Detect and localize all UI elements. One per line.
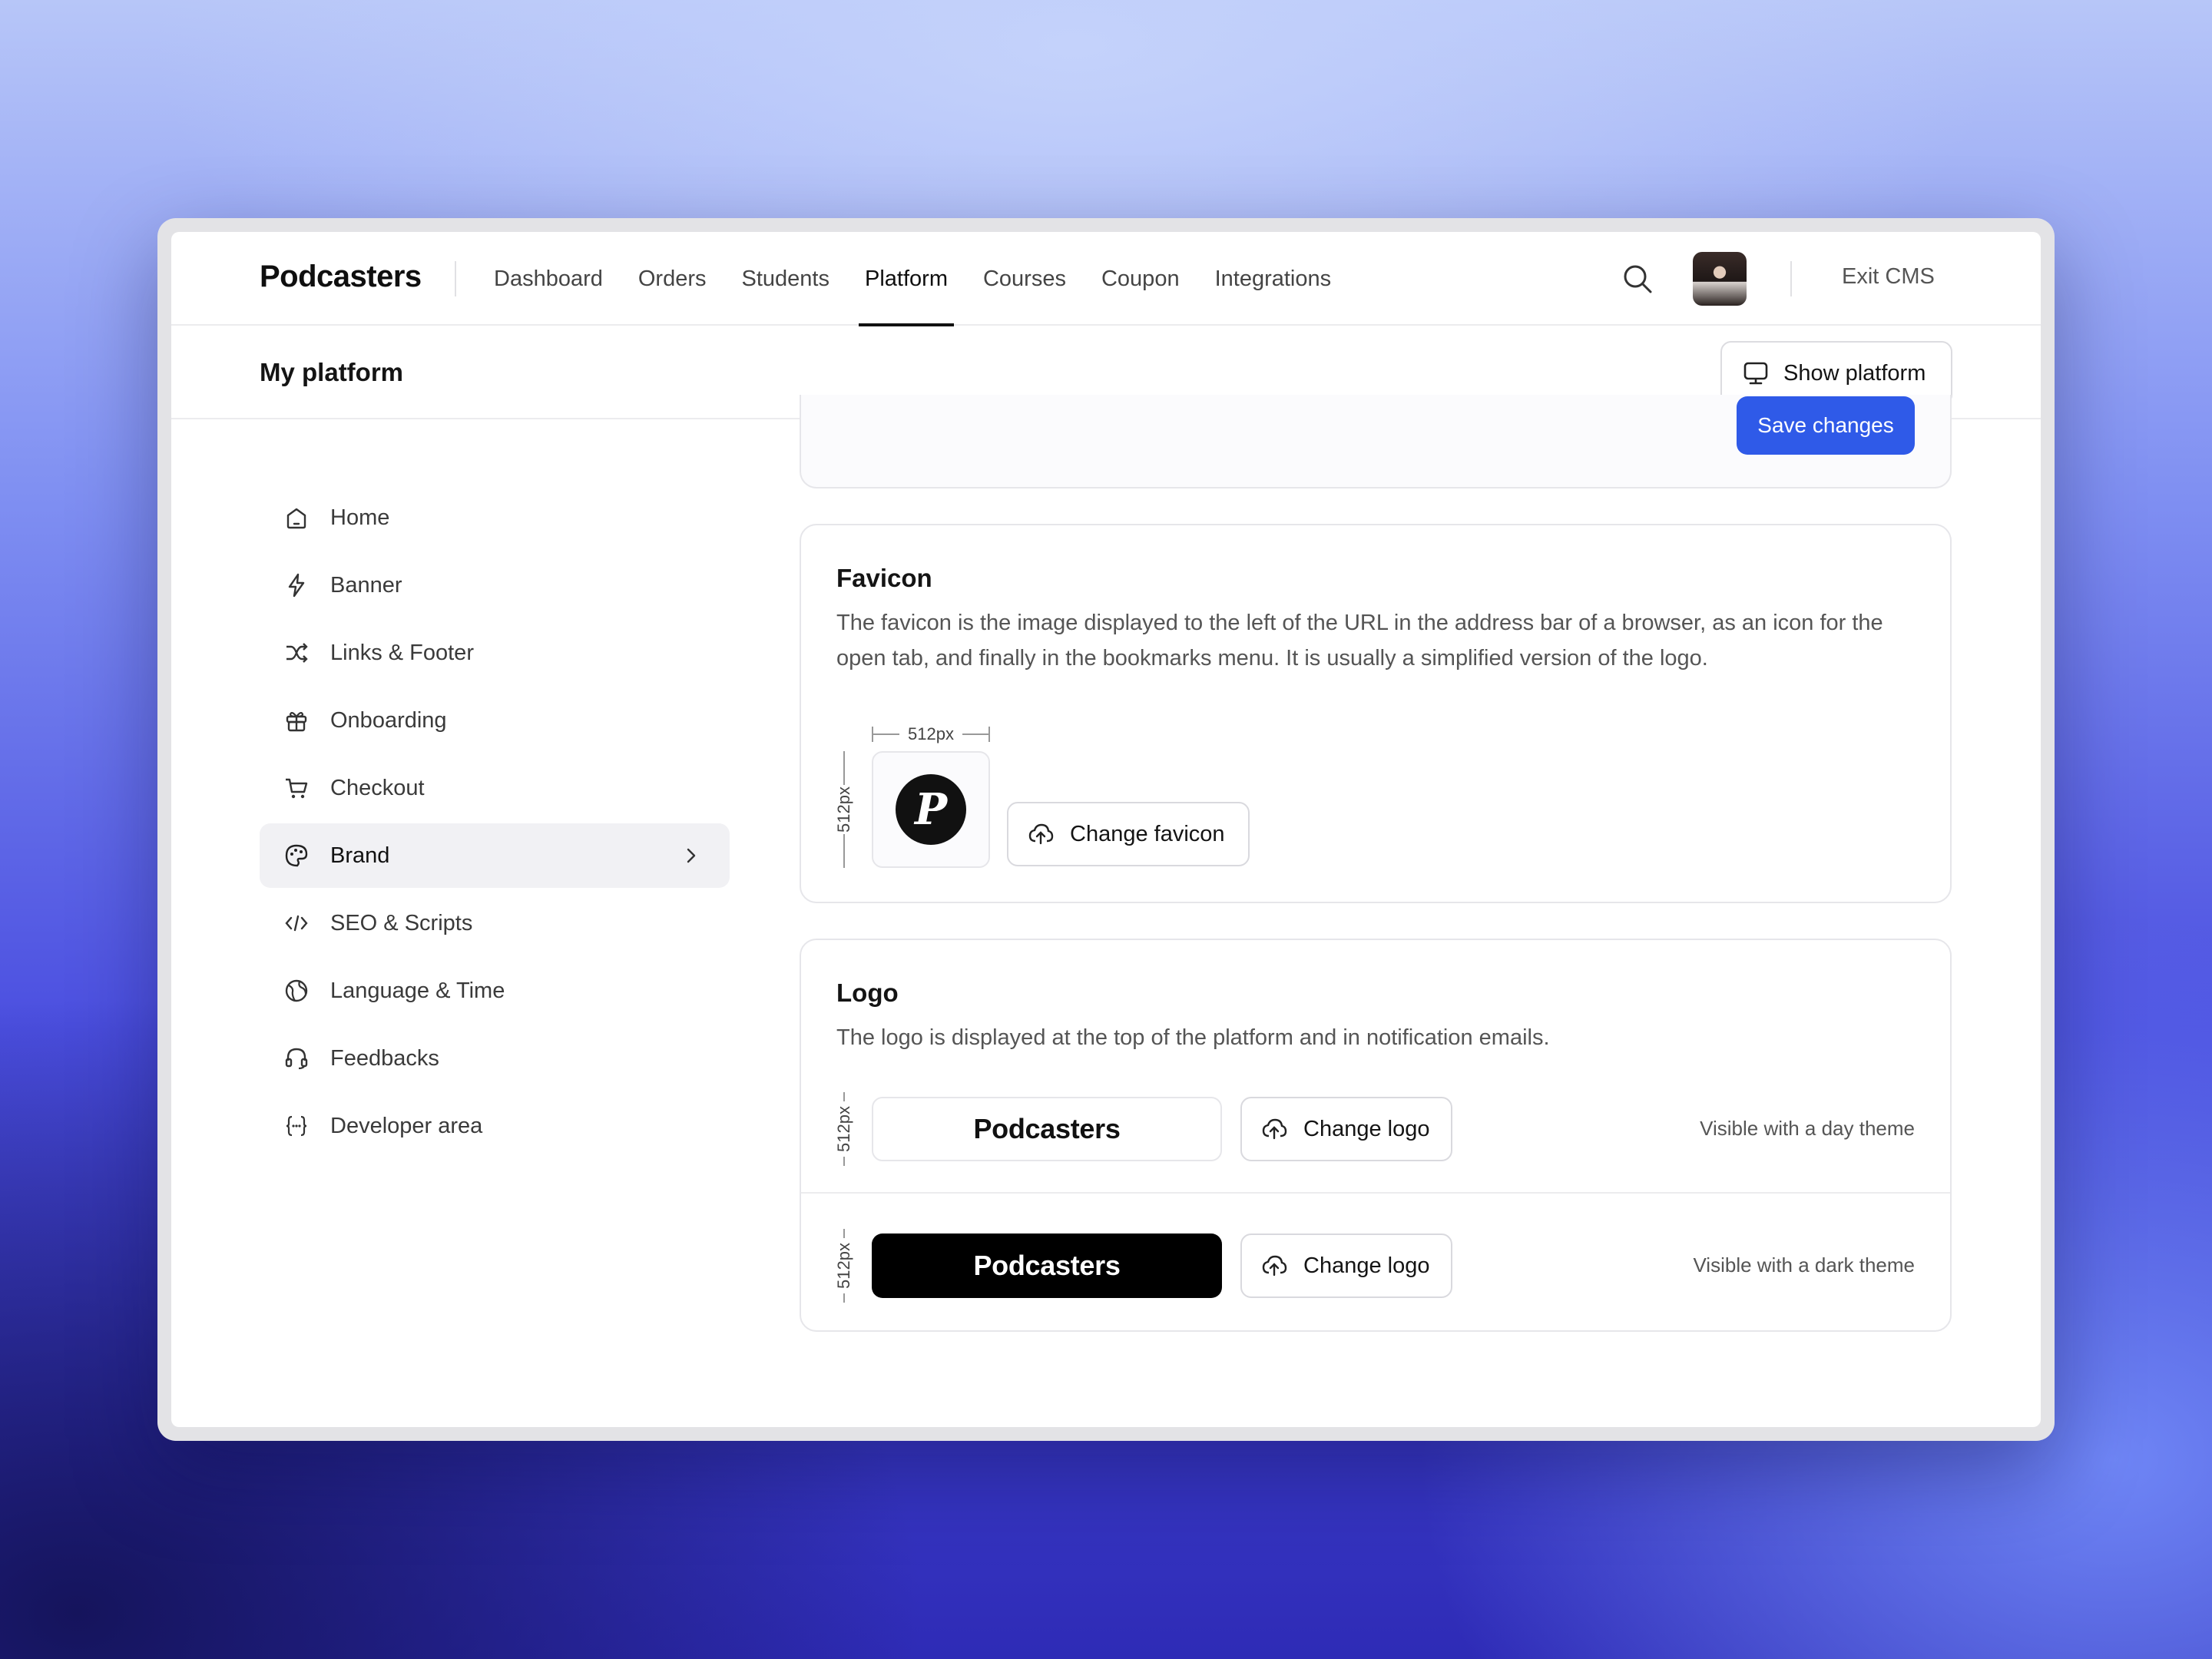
day-theme-note: Visible with a day theme (1700, 1117, 1915, 1140)
logo-dark-preview: Podcasters (872, 1233, 1222, 1298)
exit-cms-link[interactable]: Exit CMS (1842, 264, 1935, 290)
nav-orders[interactable]: Orders (632, 232, 713, 326)
code-icon (285, 915, 308, 932)
logo-description: The logo is displayed at the top of the … (836, 1025, 1550, 1050)
logo-row-divider (801, 1192, 1950, 1194)
nav-students[interactable]: Students (736, 232, 836, 326)
favicon-mark: P (896, 774, 966, 845)
sidebar-item-brand[interactable]: Brand (260, 823, 730, 888)
settings-card-top: Save changes (800, 395, 1952, 488)
window-frame: Podcasters Dashboard Orders Students Pla… (157, 218, 2055, 1441)
change-favicon-button[interactable]: Change favicon (1007, 802, 1250, 866)
logo-day-height-dimension: 512px (834, 1092, 854, 1166)
top-navigation: Podcasters Dashboard Orders Students Pla… (171, 232, 2041, 326)
logo-title: Logo (836, 979, 899, 1007)
change-logo-day-button[interactable]: Change logo (1240, 1097, 1452, 1161)
change-favicon-label: Change favicon (1070, 821, 1225, 846)
sidebar-item-label: Language & Time (330, 978, 505, 1003)
nav-divider (455, 261, 456, 296)
sidebar-item-label: Onboarding (330, 707, 447, 733)
user-avatar[interactable] (1693, 252, 1747, 306)
dark-theme-note: Visible with a dark theme (1693, 1253, 1915, 1277)
settings-sidebar: Home Banner Links & Footer Onboarding Ch… (260, 485, 730, 1161)
nav-integrations[interactable]: Integrations (1209, 232, 1338, 326)
cloud-upload-icon (1262, 1118, 1287, 1140)
favicon-width-dimension: 512px (872, 724, 990, 743)
sidebar-item-label: SEO & Scripts (330, 910, 473, 935)
save-changes-button[interactable]: Save changes (1737, 396, 1915, 455)
sidebar-item-home[interactable]: Home (260, 485, 730, 550)
logo-dark-height-dimension: 512px (834, 1229, 854, 1303)
change-logo-dark-button[interactable]: Change logo (1240, 1233, 1452, 1298)
brand-logo[interactable]: Podcasters (260, 260, 422, 294)
gift-icon (286, 711, 307, 732)
shuffle-icon (286, 643, 308, 663)
chevron-right-icon (687, 848, 696, 863)
page-title: My platform (260, 358, 404, 386)
cart-icon (286, 778, 308, 799)
nav-divider-right (1790, 261, 1792, 296)
home-icon (286, 508, 306, 529)
nav-platform[interactable]: Platform (859, 232, 954, 326)
nav-dashboard[interactable]: Dashboard (488, 232, 609, 326)
sidebar-item-seo-scripts[interactable]: SEO & Scripts (260, 891, 730, 955)
search-icon[interactable] (1619, 260, 1656, 297)
logo-day-size-label: 512px (834, 1106, 854, 1152)
braces-icon (286, 1115, 307, 1137)
logo-day-preview: Podcasters (872, 1097, 1222, 1161)
favicon-height-label: 512px (834, 786, 854, 833)
favicon-preview: P (872, 751, 990, 868)
sidebar-item-label: Developer area (330, 1113, 483, 1138)
sidebar-item-language-time[interactable]: Language & Time (260, 959, 730, 1023)
main-nav: Dashboard Orders Students Platform Cours… (488, 232, 1360, 326)
palette-icon (285, 844, 308, 867)
sidebar-item-banner[interactable]: Banner (260, 553, 730, 618)
logo-dark-size-label: 512px (834, 1243, 854, 1289)
sidebar-item-links-footer[interactable]: Links & Footer (260, 621, 730, 685)
favicon-title: Favicon (836, 564, 932, 592)
headset-icon (285, 1048, 308, 1070)
sidebar-item-label: Brand (330, 843, 390, 868)
monitor-icon (1743, 362, 1768, 385)
nav-coupon[interactable]: Coupon (1095, 232, 1186, 326)
favicon-description: The favicon is the image displayed to th… (836, 611, 1883, 671)
sidebar-item-onboarding[interactable]: Onboarding (260, 688, 730, 753)
favicon-width-label: 512px (908, 724, 954, 743)
nav-courses[interactable]: Courses (977, 232, 1072, 326)
change-logo-label: Change logo (1303, 1253, 1430, 1278)
globe-icon (285, 979, 308, 1002)
sidebar-item-developer-area[interactable]: Developer area (260, 1094, 730, 1158)
favicon-height-dimension: 512px (834, 751, 854, 868)
logo-card: Logo The logo is displayed at the top of… (800, 939, 1952, 1332)
cms-app: Podcasters Dashboard Orders Students Pla… (171, 232, 2041, 1427)
sidebar-item-label: Checkout (330, 775, 425, 800)
change-logo-label: Change logo (1303, 1116, 1430, 1141)
sidebar-item-label: Banner (330, 572, 402, 598)
sidebar-item-label: Feedbacks (330, 1045, 439, 1071)
sidebar-item-checkout[interactable]: Checkout (260, 756, 730, 820)
favicon-card: Favicon The favicon is the image display… (800, 524, 1952, 903)
cloud-upload-icon (1262, 1255, 1287, 1277)
show-platform-label: Show platform (1783, 360, 1926, 386)
sidebar-item-label: Home (330, 505, 390, 530)
sidebar-item-label: Links & Footer (330, 640, 474, 665)
bolt-icon (288, 573, 305, 598)
sidebar-item-feedbacks[interactable]: Feedbacks (260, 1026, 730, 1091)
cloud-upload-icon (1028, 823, 1054, 845)
